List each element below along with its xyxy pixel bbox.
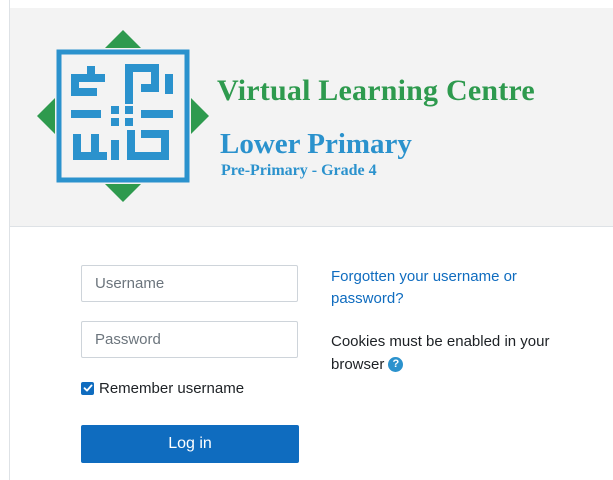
remember-username-row[interactable]: Remember username — [81, 378, 244, 398]
cookies-text: Cookies must be enabled in your browser — [331, 333, 550, 373]
forgot-credentials-link[interactable]: Forgotten your username or password? — [331, 266, 556, 310]
site-title: Virtual Learning Centre — [217, 74, 535, 107]
password-input[interactable] — [81, 321, 298, 358]
logo-arrow-left — [37, 98, 55, 134]
username-input[interactable] — [81, 265, 298, 302]
grade-range: Pre-Primary - Grade 4 — [221, 162, 377, 179]
logo-arrow-up — [105, 30, 141, 48]
question-mark-icon[interactable]: ? — [388, 356, 404, 372]
login-button[interactable]: Log in — [81, 425, 299, 463]
site-subtitle: Lower Primary — [220, 128, 412, 160]
remember-label: Remember username — [99, 379, 245, 397]
logo-arrow-right — [191, 98, 209, 134]
cookies-notice: Cookies must be enabled in your browser? — [331, 330, 551, 376]
logo-glyph — [71, 64, 173, 160]
logo-arrow-down — [105, 184, 141, 202]
checkmark-icon — [83, 384, 93, 392]
remember-checkbox[interactable] — [81, 381, 94, 395]
school-logo — [37, 30, 209, 202]
